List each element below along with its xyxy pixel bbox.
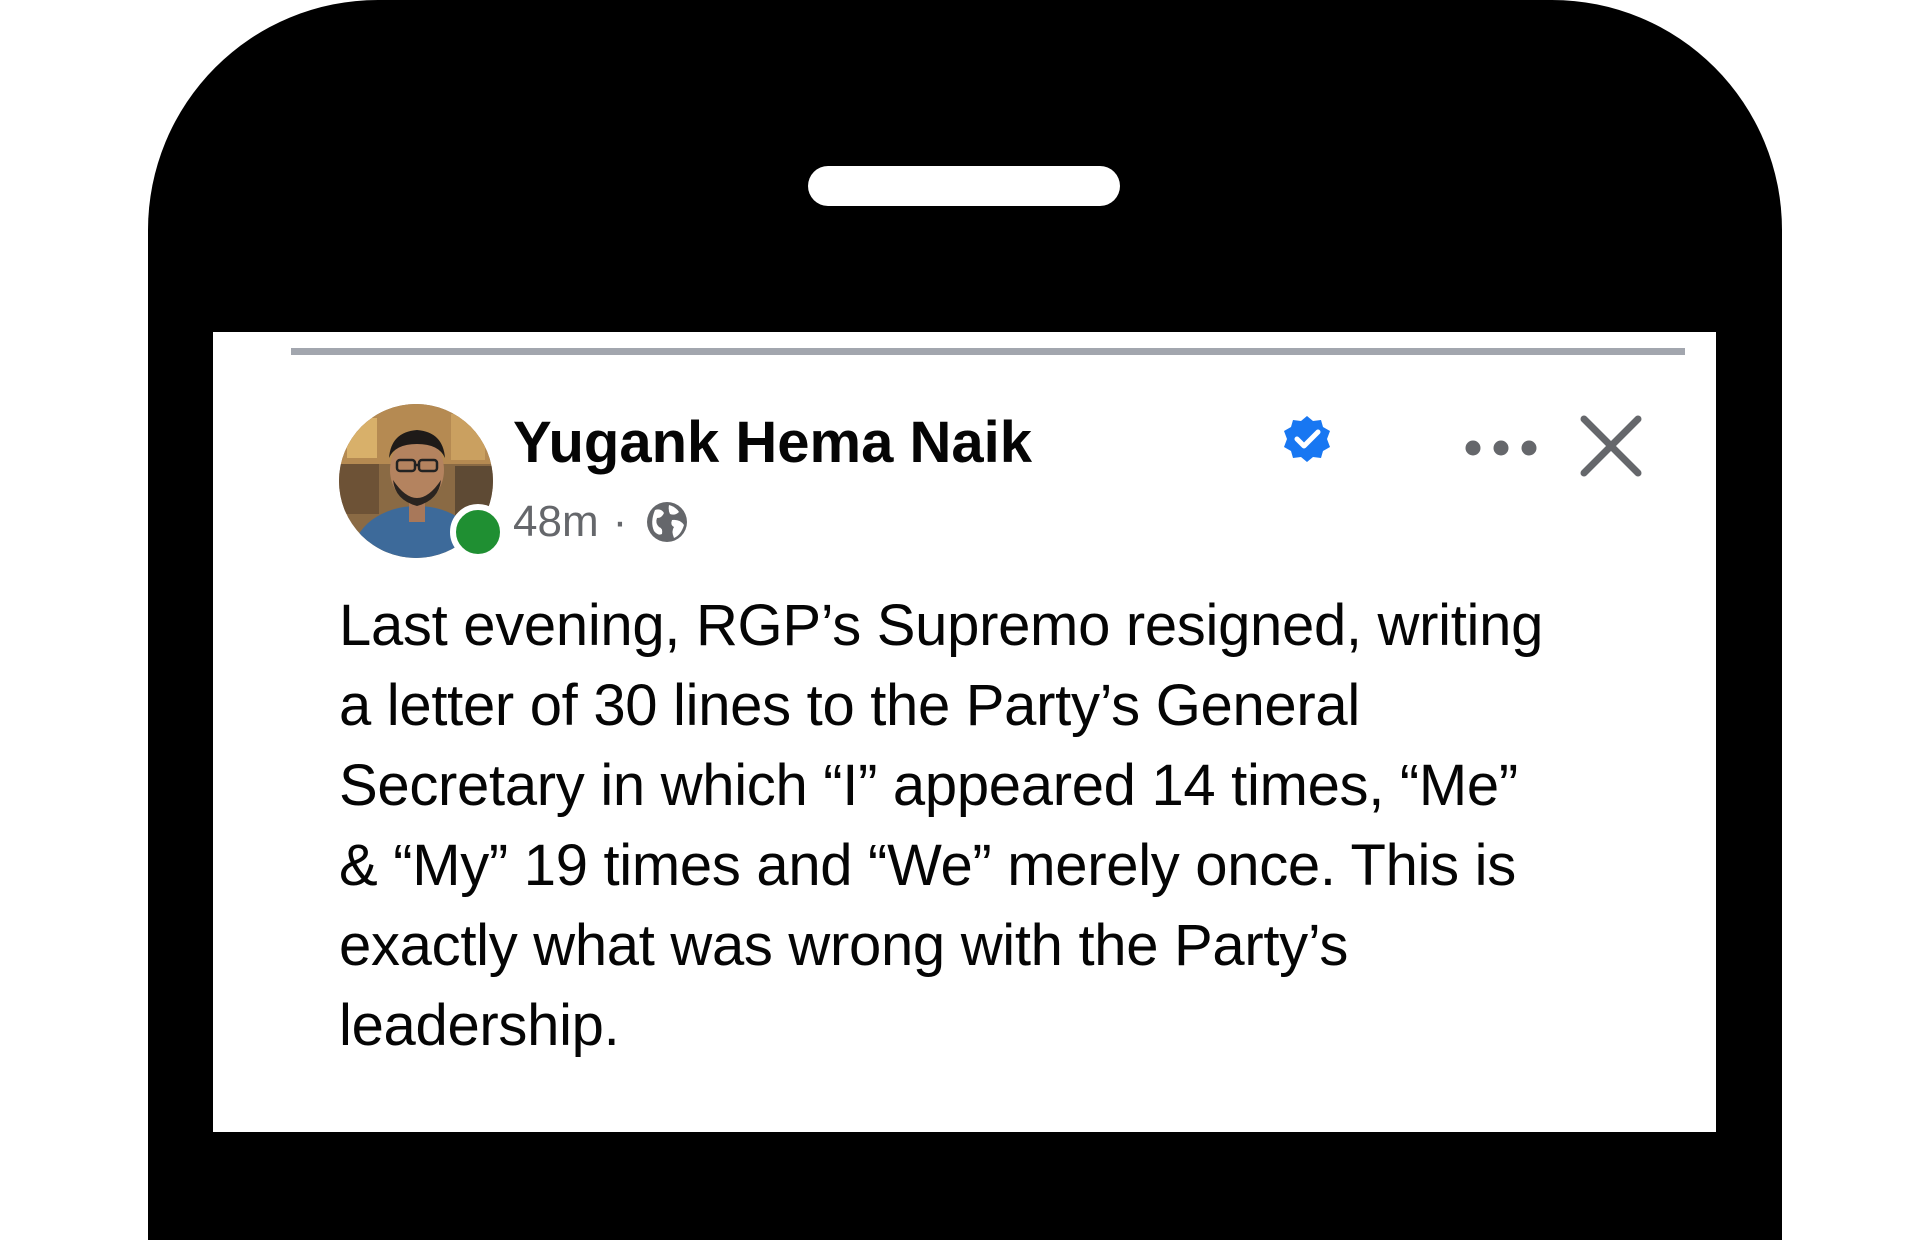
post-meta: 48m · <box>513 492 691 552</box>
phone-frame: Yugank Hema Naik 48m · Last evening, RGP <box>148 0 1782 1240</box>
post-card: Yugank Hema Naik 48m · Last evening, RGP <box>213 332 1716 1132</box>
meta-separator: · <box>612 497 628 546</box>
more-options-icon[interactable] <box>1458 418 1548 478</box>
post-body-text: Last evening, RGP’s Supremo resigned, wr… <box>339 593 1544 1058</box>
author-name[interactable]: Yugank Hema Naik <box>513 408 1032 478</box>
close-icon[interactable] <box>1561 396 1661 496</box>
verified-badge-icon <box>1284 416 1330 462</box>
globe-icon[interactable] <box>643 498 691 546</box>
phone-speaker <box>808 166 1120 206</box>
divider <box>291 348 1685 355</box>
online-status-dot <box>450 504 506 560</box>
post-timestamp[interactable]: 48m <box>513 497 599 547</box>
